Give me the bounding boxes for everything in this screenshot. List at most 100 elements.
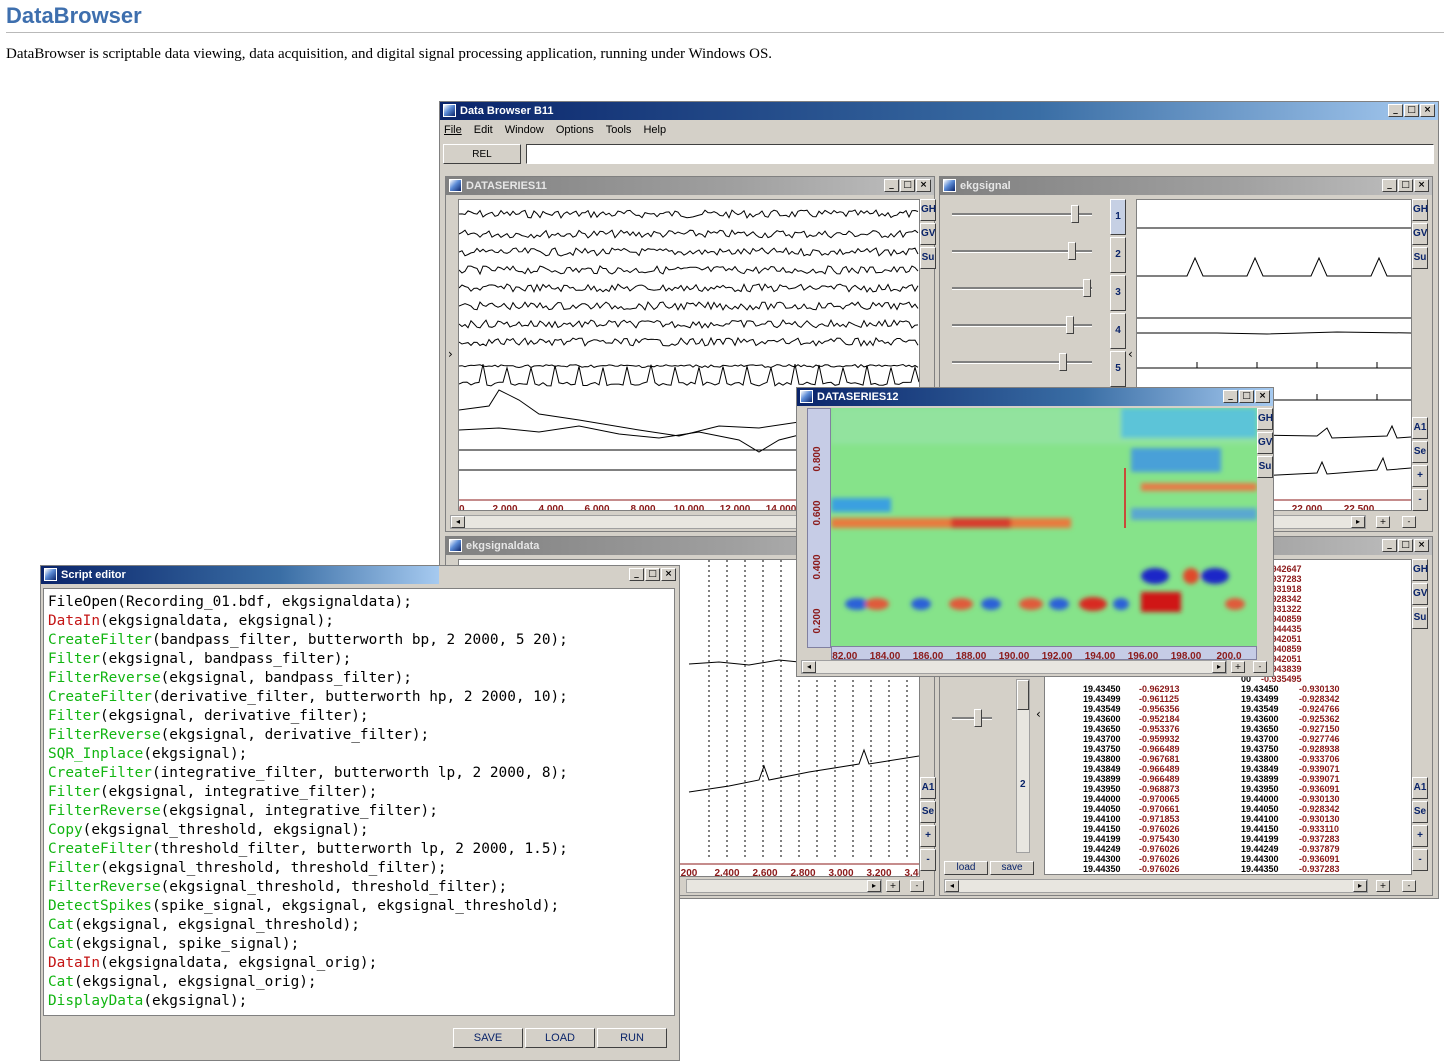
run-button[interactable]: RUN [597,1028,667,1048]
dataseries12-titlebar[interactable]: DATASERIES12 _ □ × [797,388,1273,406]
zoom-in-button[interactable]: + [1412,825,1428,847]
channel-button-1[interactable]: 1 [1110,199,1126,235]
dataseries12-scrollbar[interactable]: ◂ ▸ [801,660,1227,674]
script-editor-titlebar[interactable]: Script editor [41,566,439,584]
side-button-a1[interactable]: A1 [1412,417,1428,439]
maximize-icon[interactable]: □ [1239,390,1254,403]
menu-file[interactable]: File [444,124,462,136]
scroll-left-icon[interactable]: ◂ [451,516,465,528]
maximize-icon[interactable]: □ [1404,104,1419,117]
ekgsignaldata-scrollbar[interactable]: ▸ [686,879,882,893]
side-button-gh[interactable]: GH [1412,199,1428,221]
table-scrollbar[interactable]: ◂ ▸ [944,879,1368,893]
scroll-left-icon[interactable]: ◂ [802,661,816,673]
main-window-titlebar[interactable]: Data Browser B11 _ □ × [440,102,1438,120]
minimize-icon[interactable]: _ [1223,390,1238,403]
collapse-arrow-icon[interactable]: ‹ [1128,347,1133,361]
dataseries11-titlebar[interactable]: DATASERIES11 _ □ × [446,177,934,195]
slider-thumb[interactable] [1066,316,1074,334]
command-input[interactable] [526,144,1434,164]
zoom-out-icon[interactable]: - [910,880,924,892]
close-icon[interactable]: × [1420,104,1435,117]
side-button-su[interactable]: Su [920,247,936,269]
side-button-se[interactable]: Se [1412,441,1428,463]
zoom-out-button[interactable]: - [920,849,936,871]
gain-slider-1[interactable] [952,203,1092,233]
ekgsignal-titlebar[interactable]: ekgsignal _ □ × [940,177,1432,195]
rel-button[interactable]: REL [443,144,521,164]
zoom-in-button[interactable]: + [920,825,936,847]
minimize-icon[interactable]: _ [884,179,899,192]
slider-thumb[interactable] [1083,279,1091,297]
close-icon[interactable]: × [1255,390,1270,403]
side-button-su[interactable]: Su [1412,247,1428,269]
side-button-gv[interactable]: GV [1257,432,1273,454]
slider-thumb[interactable] [1059,353,1067,371]
vertical-scrollbar[interactable] [1016,679,1030,853]
zoom-out-button[interactable]: - [1412,849,1428,871]
side-button-a1[interactable]: A1 [1412,777,1428,799]
close-icon[interactable]: × [916,179,931,192]
scroll-right-icon[interactable]: ▸ [1212,661,1226,673]
side-button-se[interactable]: Se [1412,801,1428,823]
side-button-gh[interactable]: GH [920,199,936,221]
load-button[interactable]: load [944,861,988,875]
channel-button-2[interactable]: 2 [1110,237,1126,273]
menu-tools[interactable]: Tools [606,124,632,136]
maximize-icon[interactable]: □ [645,568,660,581]
slider-thumb[interactable] [974,709,982,727]
scroll-right-icon[interactable]: ▸ [1351,516,1365,528]
zoom-out-icon[interactable]: - [1253,661,1267,673]
zoom-out-button[interactable]: - [1412,489,1428,511]
script-text-area[interactable]: FileOpen(Recording_01.bdf, ekgsignaldata… [43,588,675,1016]
slider-thumb[interactable] [1071,205,1079,223]
side-button-gh[interactable]: GH [1412,559,1428,581]
spectrogram[interactable] [831,408,1257,648]
close-icon[interactable]: × [661,568,676,581]
scroll-right-icon[interactable]: ▸ [867,880,881,892]
channel-label[interactable]: 2 [1020,779,1026,790]
minimize-icon[interactable]: _ [1382,179,1397,192]
zoom-in-icon[interactable]: + [886,880,900,892]
side-button-gv[interactable]: GV [1412,223,1428,245]
menu-options[interactable]: Options [556,124,594,136]
close-icon[interactable]: × [1414,539,1429,552]
slider-thumb[interactable] [1068,242,1076,260]
close-icon[interactable]: × [1414,179,1429,192]
minimize-icon[interactable]: _ [1388,104,1403,117]
side-button-a1[interactable]: A1 [920,777,936,799]
minimize-icon[interactable]: _ [1382,539,1397,552]
menu-help[interactable]: Help [643,124,666,136]
side-button-su[interactable]: Su [1257,456,1273,478]
gain-slider-4[interactable] [952,314,1092,344]
side-button-su[interactable]: Su [1412,607,1428,629]
gain-slider-2[interactable] [952,240,1092,270]
side-button-gh[interactable]: GH [1257,408,1273,430]
minimize-icon[interactable]: _ [629,568,644,581]
scroll-right-icon[interactable]: ▸ [1353,880,1367,892]
scroll-left-icon[interactable]: ◂ [945,880,959,892]
maximize-icon[interactable]: □ [1398,179,1413,192]
zoom-out-icon[interactable]: - [1402,880,1416,892]
channel-button-5[interactable]: 5 [1110,351,1126,387]
menu-edit[interactable]: Edit [474,124,493,136]
menu-window[interactable]: Window [505,124,544,136]
zoom-in-icon[interactable]: + [1231,661,1245,673]
maximize-icon[interactable]: □ [1398,539,1413,552]
side-button-gv[interactable]: GV [1412,583,1428,605]
load-button[interactable]: LOAD [525,1028,595,1048]
side-button-se[interactable]: Se [920,801,936,823]
table-gain-slider[interactable] [952,707,992,737]
expand-arrow-icon[interactable]: › [448,347,453,361]
channel-button-4[interactable]: 4 [1110,313,1126,349]
zoom-in-button[interactable]: + [1412,465,1428,487]
save-button[interactable]: save [990,861,1034,875]
side-button-gv[interactable]: GV [920,223,936,245]
save-button[interactable]: SAVE [453,1028,523,1048]
collapse-arrow-icon[interactable]: ‹ [1036,707,1041,721]
gain-slider-5[interactable] [952,351,1092,381]
zoom-out-icon[interactable]: - [1402,516,1416,528]
gain-slider-3[interactable] [952,277,1092,307]
zoom-in-icon[interactable]: + [1376,880,1390,892]
channel-button-3[interactable]: 3 [1110,275,1126,311]
